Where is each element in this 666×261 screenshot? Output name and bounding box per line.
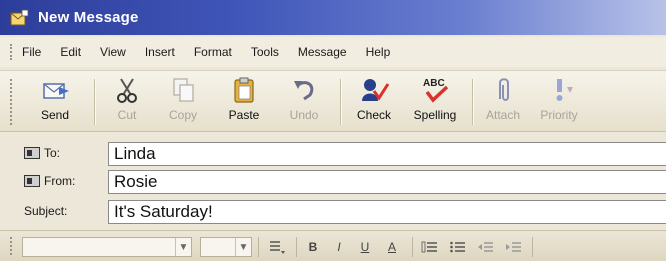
- menu-format[interactable]: Format: [194, 45, 232, 59]
- undo-button[interactable]: Undo: [282, 75, 326, 129]
- cut-button[interactable]: Cut: [106, 75, 148, 129]
- formatting-separator: [532, 237, 533, 257]
- attach-button[interactable]: Attach: [480, 75, 526, 129]
- formatting-toolbar: ▼ ▼ B I U A: [0, 230, 666, 261]
- chevron-down-icon: ▼: [175, 238, 191, 256]
- menu-bar: File Edit View Insert Format Tools Messa…: [0, 37, 666, 67]
- copy-icon: [167, 75, 199, 105]
- subject-field[interactable]: It's Saturday!: [108, 200, 666, 224]
- title-bar: New Message: [0, 0, 666, 35]
- to-row: To: Linda: [0, 141, 666, 167]
- toolbar-grip[interactable]: [10, 79, 14, 125]
- window-title: New Message: [38, 9, 139, 26]
- address-book-icon: [24, 147, 40, 159]
- font-size-select[interactable]: ▼: [200, 237, 252, 257]
- to-label-text: To:: [44, 146, 61, 160]
- menu-help[interactable]: Help: [366, 45, 391, 59]
- paste-button[interactable]: Paste: [220, 75, 268, 129]
- menu-tools[interactable]: Tools: [251, 45, 279, 59]
- spelling-label: Spelling: [413, 108, 457, 122]
- increase-indent-icon[interactable]: [502, 237, 526, 257]
- spelling-icon: ABC: [419, 75, 451, 105]
- formatting-toolbar-grip[interactable]: [10, 237, 14, 255]
- italic-button[interactable]: I: [328, 237, 350, 257]
- attach-label: Attach: [485, 108, 521, 122]
- check-names-icon: [358, 75, 390, 105]
- scissors-icon: [111, 75, 143, 105]
- subject-row: Subject: It's Saturday!: [0, 199, 666, 225]
- send-label: Send: [40, 108, 70, 122]
- from-row: From: Rosie: [0, 169, 666, 195]
- toolbar-separator: [472, 79, 473, 125]
- paragraph-style-icon[interactable]: [264, 237, 290, 257]
- copy-button[interactable]: Copy: [160, 75, 206, 129]
- menu-insert[interactable]: Insert: [145, 45, 175, 59]
- priority-label: Priority: [540, 108, 578, 122]
- send-icon: [39, 75, 71, 105]
- toolbar-separator: [94, 79, 95, 125]
- check-button[interactable]: Check: [350, 75, 398, 129]
- address-book-icon: [24, 175, 40, 187]
- formatting-separator: [412, 237, 413, 257]
- paste-label: Paste: [228, 108, 260, 122]
- to-label[interactable]: To:: [24, 146, 60, 160]
- paperclip-icon: [487, 75, 519, 105]
- formatting-separator: [296, 237, 297, 257]
- new-message-window: New Message File Edit View Insert Format…: [0, 0, 666, 261]
- bulleted-list-icon[interactable]: [446, 237, 470, 257]
- cut-label: Cut: [117, 108, 137, 122]
- svg-text:ABC: ABC: [423, 78, 445, 89]
- menu-edit[interactable]: Edit: [60, 45, 81, 59]
- menu-file[interactable]: File: [22, 45, 41, 59]
- priority-icon: [543, 75, 575, 105]
- underline-button[interactable]: U: [354, 237, 376, 257]
- from-field[interactable]: Rosie: [108, 170, 666, 194]
- chevron-down-icon: ▼: [235, 238, 251, 256]
- menu-message[interactable]: Message: [298, 45, 347, 59]
- copy-label: Copy: [168, 108, 197, 122]
- from-label-text: From:: [44, 174, 76, 188]
- menu-view[interactable]: View: [100, 45, 126, 59]
- check-label: Check: [356, 108, 391, 122]
- font-name-select[interactable]: ▼: [22, 237, 192, 257]
- priority-button[interactable]: Priority: [536, 75, 582, 129]
- toolbar: Send Cut Copy Paste Undo Check ABC Spell…: [0, 70, 666, 132]
- bold-button[interactable]: B: [302, 237, 324, 257]
- clipboard-icon: [228, 75, 260, 105]
- undo-icon: [288, 75, 320, 105]
- numbered-list-icon[interactable]: [418, 237, 442, 257]
- send-button[interactable]: Send: [30, 75, 80, 129]
- decrease-indent-icon[interactable]: [474, 237, 498, 257]
- envelope-icon: [10, 9, 30, 27]
- undo-label: Undo: [289, 108, 319, 122]
- font-color-button[interactable]: A: [380, 237, 404, 257]
- to-field[interactable]: Linda: [108, 142, 666, 166]
- menu-bar-grip[interactable]: [10, 44, 14, 60]
- from-label[interactable]: From:: [24, 174, 75, 188]
- formatting-separator: [258, 237, 259, 257]
- subject-label: Subject:: [24, 204, 68, 218]
- toolbar-separator: [340, 79, 341, 125]
- spelling-button[interactable]: ABC Spelling: [408, 75, 462, 129]
